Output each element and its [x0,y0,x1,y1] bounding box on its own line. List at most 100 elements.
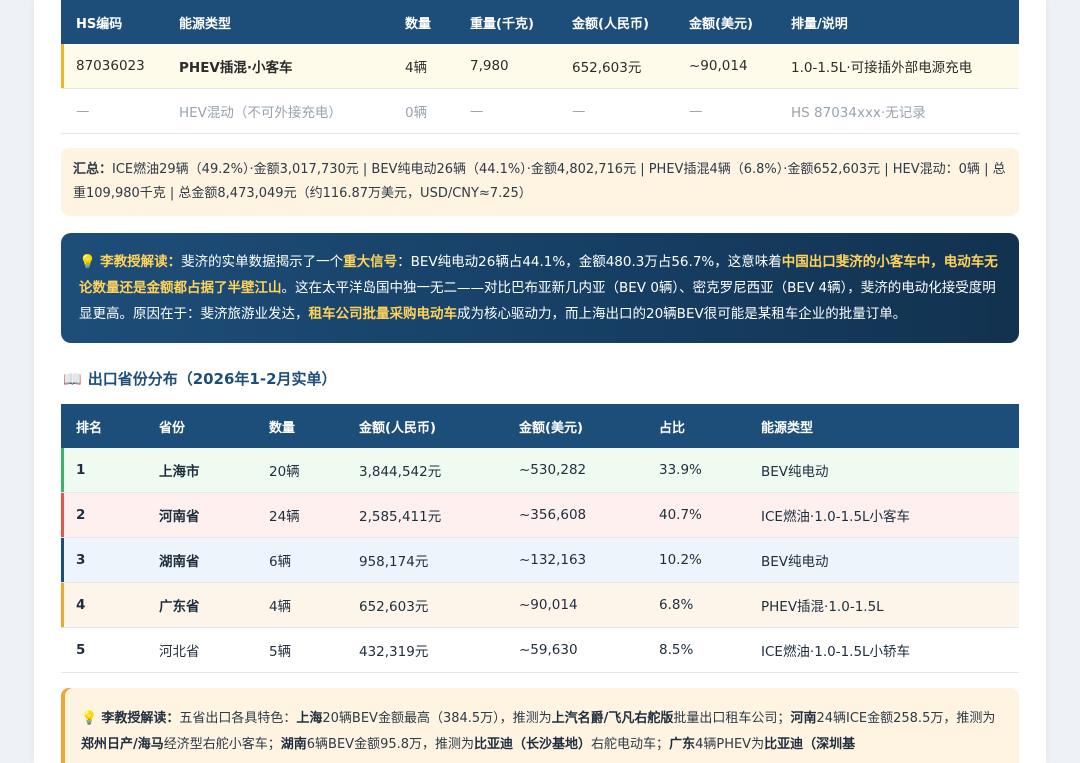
table-cell: — [61,88,164,134]
insight-text: 经济型右舵小客车； [163,737,281,752]
col-header: 数量 [254,404,344,448]
insight-bold: 比亚迪（深圳基 [764,737,856,752]
table-cell: 5辆 [254,627,344,673]
table-cell: 8.5% [644,627,746,673]
table-cell: PHEV插混·小客车 [164,44,390,89]
table-cell: 上海市 [144,448,254,493]
book-icon: 📖 [63,370,82,388]
insight-lead: 李教授解读： [100,254,182,270]
section-title: 📖 出口省份分布（2026年1-2月实单） [63,366,337,392]
insight-text: 成为核心驱动力，而上海出口的20辆BEV很可能是某租车企业的批量订单。 [457,306,907,322]
table-row: — HEV混动（不可外接充电） 0辆 — — — HS 87034xxx·无记录 [61,88,1019,134]
table-cell: 7,980 [455,44,557,89]
insight-bold: 上汽名爵/飞凡右舵版 [551,711,674,726]
table-cell: BEV纯电动 [746,537,1019,583]
table-cell: ~530,282 [504,448,644,493]
summary-box: 汇总：ICE燃油29辆（49.2%）·金额3,017,730元 | BEV纯电动… [61,148,1019,216]
table-cell: ~356,608 [504,492,644,538]
table-cell: ~90,014 [674,44,776,89]
table-cell: 87036023 [61,44,164,89]
table-cell: 2 [61,492,144,538]
insight-bold: 比亚迪（长沙基地） [474,737,592,752]
col-header: 排量/说明 [776,0,1019,44]
insight-bold: 河南 [790,711,817,726]
insight-bold: 湖南 [280,737,307,752]
insight-text: 20辆BEV金额最高（384.5万），推测为 [322,711,552,726]
report-card: HS编码 能源类型 数量 重量(千克) 金额(人民币) 金额(美元) 排量/说明… [34,0,1046,763]
professor-insight-box: 💡 李教授解读：斐济的实单数据揭示了一个重大信号：BEV纯电动26辆占44.1%… [61,233,1019,343]
table-cell: 6.8% [644,582,746,628]
table-cell: 2,585,411元 [344,492,504,538]
lightbulb-icon: 💡 [81,711,98,726]
province-table: 排名 省份 数量 金额(人民币) 金额(美元) 占比 能源类型 1 上海市 20… [61,404,1019,673]
insight-text: 斐济的实单数据揭示了一个 [181,254,344,270]
col-header: HS编码 [61,0,164,44]
table-cell: 40.7% [644,492,746,538]
insight-text: 4辆PHEV为 [695,737,765,752]
table-row: 4 广东省 4辆 652,603元 ~90,014 6.8% PHEV插混·1.… [61,582,1019,628]
table-cell: 4辆 [390,44,455,89]
insight-text: 24辆ICE金额258.5万，推测为 [816,711,996,726]
summary-label: 汇总： [73,162,113,177]
insight-bold: 郑州日产/海马 [81,737,164,752]
col-header: 排名 [61,404,144,448]
col-header: 金额(美元) [674,0,776,44]
col-header: 数量 [390,0,455,44]
col-header: 占比 [644,404,746,448]
insight-lead: 李教授解读： [101,711,180,726]
table-cell: HEV混动（不可外接充电） [164,88,390,134]
insight-bold: 广东 [669,737,696,752]
col-header: 金额(人民币) [344,404,504,448]
table-cell: BEV纯电动 [746,448,1019,493]
table-header-row: HS编码 能源类型 数量 重量(千克) 金额(人民币) 金额(美元) 排量/说明 [61,0,1019,44]
table-cell: 3 [61,537,144,583]
insight-highlight: 租车公司批量采购电动车 [308,306,458,322]
table-cell: HS 87034xxx·无记录 [776,88,1019,134]
table-cell: PHEV插混·1.0-1.5L [746,582,1019,628]
table-cell: 20辆 [254,448,344,493]
table-cell: 1 [61,448,144,493]
professor-insight-box-2: 💡 李教授解读：五省出口各具特色：上海20辆BEV金额最高（384.5万），推测… [61,688,1019,763]
table-cell: 24辆 [254,492,344,538]
table-cell: 10.2% [644,537,746,583]
table-row: 1 上海市 20辆 3,844,542元 ~530,282 33.9% BEV纯… [61,448,1019,493]
col-header: 能源类型 [746,404,1019,448]
table-row: 5 河北省 5辆 432,319元 ~59,630 8.5% ICE燃油·1.0… [61,627,1019,673]
insight-text: 批量出口租车公司； [673,711,791,726]
table-cell: 1.0-1.5L·可接插外部电源充电 [776,44,1019,89]
table-cell: 湖南省 [144,537,254,583]
table-cell: — [674,88,776,134]
table-cell: 4辆 [254,582,344,628]
col-header: 金额(美元) [504,404,644,448]
table-cell: 4 [61,582,144,628]
table-row: 3 湖南省 6辆 958,174元 ~132,163 10.2% BEV纯电动 [61,537,1019,583]
insight-text: ：BEV纯电动26辆占44.1%，金额480.3万占56.7%，这意味着 [397,254,782,270]
summary-text: ICE燃油29辆（49.2%）·金额3,017,730元 | BEV纯电动26辆… [73,162,1006,201]
insight-highlight: 重大信号 [343,254,398,270]
table-row: 2 河南省 24辆 2,585,411元 ~356,608 40.7% ICE燃… [61,492,1019,538]
table-cell: ~90,014 [504,582,644,628]
table-cell: ~59,630 [504,627,644,673]
table-cell: 652,603元 [557,44,674,89]
insight-text: 右舵电动车； [591,737,670,752]
table-cell: 3,844,542元 [344,448,504,493]
table-cell: ICE燃油·1.0-1.5L小轿车 [746,627,1019,673]
table-cell: ~132,163 [504,537,644,583]
lightbulb-icon: 💡 [79,254,96,270]
col-header: 金额(人民币) [557,0,674,44]
table-cell: 河南省 [144,492,254,538]
table-cell: 0辆 [390,88,455,134]
table-cell: 652,603元 [344,582,504,628]
table-cell: 432,319元 [344,627,504,673]
table-cell: 5 [61,627,144,673]
insight-bold: 上海 [296,711,323,726]
table-cell: 河北省 [144,627,254,673]
insight-text: 五省出口各具特色： [179,711,297,726]
table-cell: 6辆 [254,537,344,583]
table-header-row: 排名 省份 数量 金额(人民币) 金额(美元) 占比 能源类型 [61,404,1019,448]
table-cell: — [557,88,674,134]
table-cell: 958,174元 [344,537,504,583]
table-cell: — [455,88,557,134]
section-title-text: 出口省份分布（2026年1-2月实单） [87,370,337,388]
col-header: 能源类型 [164,0,390,44]
